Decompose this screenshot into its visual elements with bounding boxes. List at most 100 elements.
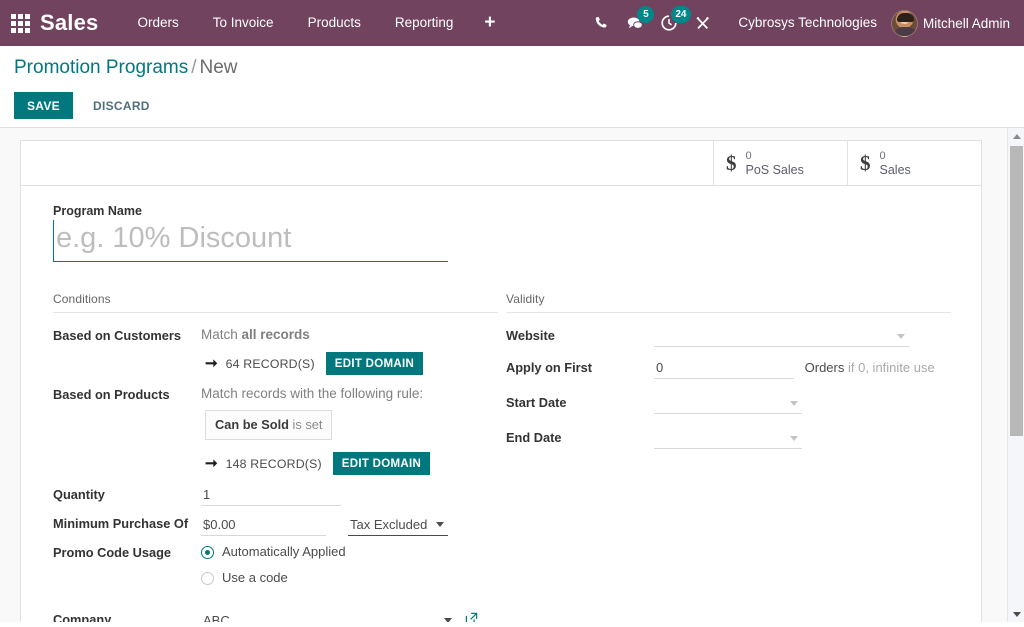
program-name-label: Program Name: [53, 204, 951, 218]
phone-icon[interactable]: [584, 0, 618, 46]
add-menu-icon[interactable]: +: [470, 0, 509, 46]
scrollbar-thumb[interactable]: [1010, 146, 1023, 436]
menu-item-to-invoice[interactable]: To Invoice: [196, 0, 291, 46]
company-select[interactable]: ABC: [201, 610, 456, 622]
tax-mode-select[interactable]: Tax Excluded Tax Included: [348, 514, 448, 536]
stat-button-pos-sales[interactable]: $ 0 PoS Sales: [713, 141, 847, 185]
form-body: Program Name Conditions Based on Custome…: [21, 186, 981, 622]
scroll-up-arrow-icon[interactable]: [1008, 128, 1024, 144]
arrow-right-icon: ➞: [205, 456, 218, 471]
products-rule-operator: is set: [293, 417, 323, 432]
user-name: Mitchell Admin: [923, 16, 1010, 31]
label-based-on-products: Based on Products: [53, 382, 201, 403]
edit-domain-products-button[interactable]: EDIT DOMAIN: [333, 452, 430, 475]
breadcrumb-separator: /: [188, 57, 199, 78]
program-name-block: Program Name: [53, 204, 951, 262]
activities-icon[interactable]: 24: [652, 0, 686, 46]
radio-off-icon: [201, 572, 214, 585]
radio-use-a-code[interactable]: Use a code: [201, 569, 498, 587]
conditions-group: Conditions Based on Customers Match all …: [53, 292, 498, 622]
label-end-date: End Date: [506, 425, 654, 446]
top-navbar: Sales Orders To Invoice Products Reporti…: [0, 0, 1024, 46]
menu-item-reporting[interactable]: Reporting: [378, 0, 471, 46]
products-record-count[interactable]: 148 RECORD(S): [226, 455, 322, 473]
form-sheet: $ 0 PoS Sales $ 0 Sales Program Name: [20, 140, 982, 622]
apply-on-first-unit: Orders: [805, 360, 845, 375]
label-company: Company: [53, 607, 201, 622]
program-name-input[interactable]: [53, 220, 448, 262]
stat-button-box: $ 0 PoS Sales $ 0 Sales: [21, 141, 981, 186]
dollar-icon: $: [726, 153, 737, 174]
form-content-area: $ 0 PoS Sales $ 0 Sales Program Name: [0, 128, 1024, 622]
label-minimum-purchase: Minimum Purchase Of: [53, 511, 201, 532]
navbar-right-group: 5 24 Cybrosys Technologies Mitchell Admi…: [584, 0, 1024, 46]
stat-value-sales: 0: [880, 150, 911, 163]
avatar: [891, 10, 918, 37]
customers-record-row: ➞ 64 RECORD(S) EDIT DOMAIN: [205, 352, 498, 375]
radio-automatically-applied[interactable]: Automatically Applied: [201, 543, 498, 561]
quantity-input[interactable]: [201, 485, 341, 506]
vertical-scrollbar[interactable]: [1007, 128, 1024, 622]
scroll-down-arrow-icon[interactable]: [1008, 606, 1024, 622]
field-minimum-purchase: Minimum Purchase Of Tax Excluded Tax Inc…: [53, 511, 498, 537]
user-menu[interactable]: Mitchell Admin: [891, 10, 1016, 37]
field-start-date: Start Date: [506, 390, 951, 419]
validity-group: Validity Website Apply on First: [506, 292, 951, 622]
label-based-on-customers: Based on Customers: [53, 323, 201, 344]
validity-group-title: Validity: [506, 292, 951, 313]
form-columns: Conditions Based on Customers Match all …: [53, 292, 951, 622]
arrow-right-icon: ➞: [205, 356, 218, 371]
field-end-date: End Date: [506, 425, 951, 454]
stat-label-pos-sales: PoS Sales: [746, 163, 804, 177]
control-panel: Promotion Programs/New SAVE DISCARD: [0, 46, 1024, 128]
external-link-icon[interactable]: [465, 612, 478, 622]
apply-on-first-input[interactable]: [654, 358, 794, 379]
messages-icon[interactable]: 5: [618, 0, 652, 46]
field-quantity: Quantity: [53, 482, 498, 508]
stat-value-pos-sales: 0: [746, 150, 804, 163]
breadcrumb-current: New: [200, 57, 238, 78]
radio-label-automatically-applied: Automatically Applied: [222, 543, 346, 561]
field-based-on-products: Based on Products Match records with the…: [53, 382, 498, 479]
dollar-icon: $: [860, 153, 871, 174]
edit-domain-customers-button[interactable]: EDIT DOMAIN: [326, 352, 423, 375]
debug-tools-icon[interactable]: [686, 0, 720, 46]
label-start-date: Start Date: [506, 390, 654, 411]
company-switcher[interactable]: Cybrosys Technologies: [720, 0, 891, 46]
products-rule-field: Can be Sold: [215, 417, 289, 432]
products-match-text: Match records with the following rule:: [201, 386, 423, 401]
breadcrumb-parent[interactable]: Promotion Programs: [14, 57, 188, 78]
conditions-group-title: Conditions: [53, 292, 498, 313]
stat-button-sales[interactable]: $ 0 Sales: [847, 141, 981, 185]
menu-item-products[interactable]: Products: [291, 0, 378, 46]
field-company: Company ABC: [53, 607, 498, 622]
save-button[interactable]: SAVE: [14, 92, 73, 119]
radio-label-use-a-code: Use a code: [222, 569, 288, 587]
radio-on-icon: [201, 546, 214, 559]
control-panel-buttons: SAVE DISCARD: [14, 92, 1010, 119]
customers-match-strong: all records: [242, 327, 310, 342]
customers-record-count[interactable]: 64 RECORD(S): [226, 355, 315, 373]
label-quantity: Quantity: [53, 482, 201, 503]
minimum-purchase-input[interactable]: [201, 515, 326, 536]
menu-item-orders[interactable]: Orders: [121, 0, 196, 46]
label-website: Website: [506, 323, 654, 344]
discard-button[interactable]: DISCARD: [81, 92, 162, 119]
apps-grid-icon[interactable]: [0, 0, 34, 46]
main-menu: Orders To Invoice Products Reporting +: [121, 0, 510, 46]
end-date-input[interactable]: [654, 428, 802, 449]
field-promo-code-usage: Promo Code Usage Automatically Applied U…: [53, 540, 498, 595]
website-select[interactable]: [654, 326, 909, 347]
field-apply-on-first: Apply on First Orders if 0, infinite use: [506, 355, 951, 381]
field-website: Website: [506, 323, 951, 352]
products-domain-rule[interactable]: Can be Sold is set: [205, 410, 332, 440]
apply-on-first-hint: if 0, infinite use: [848, 360, 935, 375]
label-promo-code-usage: Promo Code Usage: [53, 540, 201, 561]
label-apply-on-first: Apply on First: [506, 355, 654, 376]
customers-match-prefix: Match: [201, 327, 242, 342]
start-date-input[interactable]: [654, 393, 802, 414]
stat-label-sales: Sales: [880, 163, 911, 177]
field-based-on-customers: Based on Customers Match all records ➞ 6…: [53, 323, 498, 379]
app-brand-sales[interactable]: Sales: [40, 10, 99, 36]
products-record-row: ➞ 148 RECORD(S) EDIT DOMAIN: [205, 452, 498, 475]
